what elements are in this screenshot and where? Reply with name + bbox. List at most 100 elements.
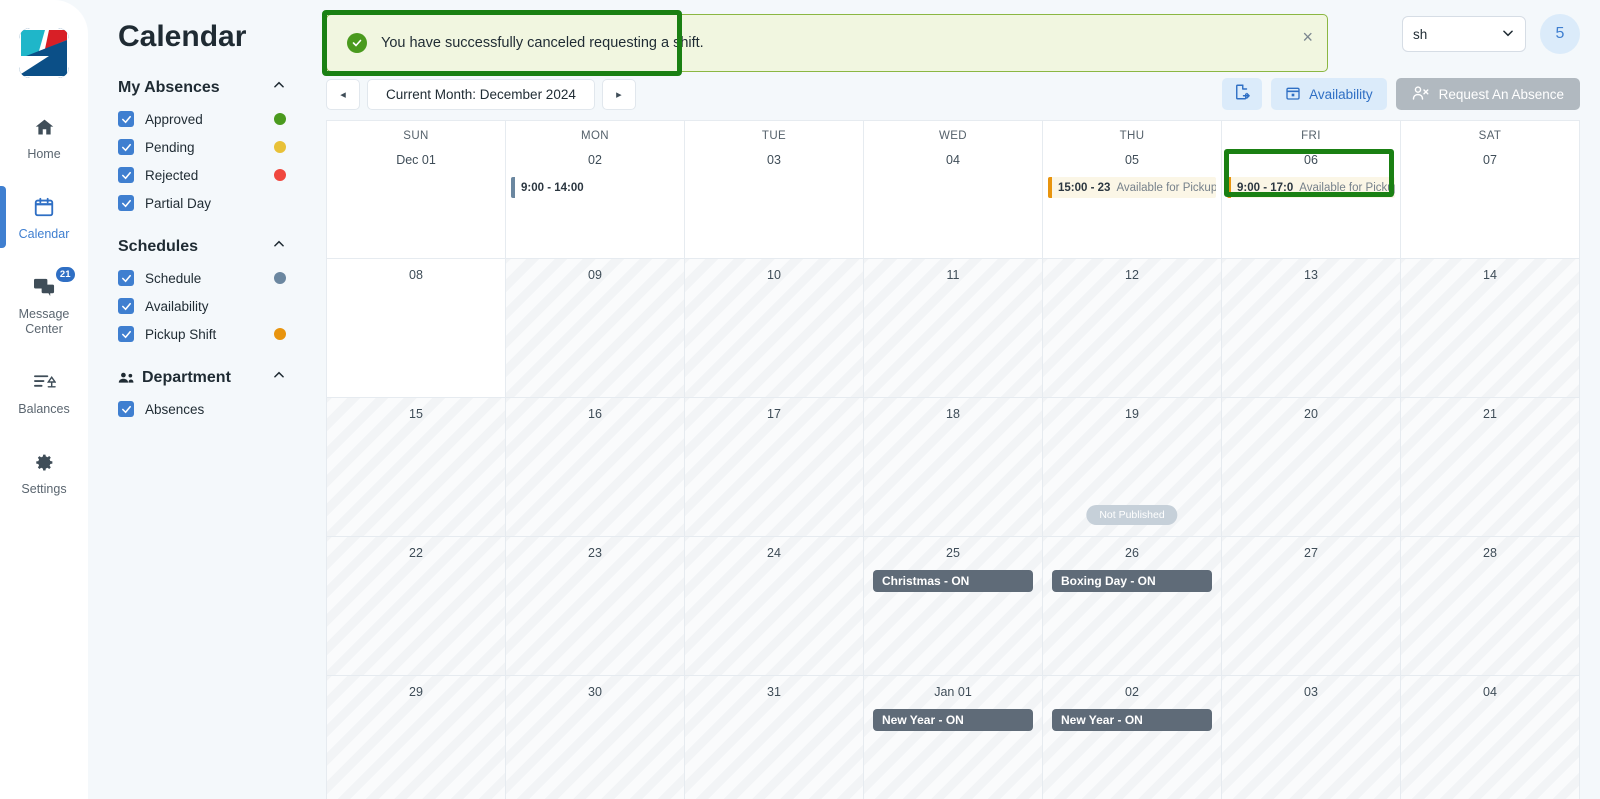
nav-rail: Home Calendar 21 Message Center Balances… [0, 0, 88, 799]
calendar-day-cell[interactable]: 22 [327, 537, 506, 675]
calendar-day-cell[interactable]: Jan 01 New Year - ON [864, 676, 1043, 799]
holiday-chip[interactable]: Boxing Day - ON [1052, 570, 1212, 592]
calendar-toolbar: ◂ Current Month: December 2024 ▸ Availab… [326, 76, 1580, 112]
next-month-button[interactable]: ▸ [601, 78, 636, 110]
day-number: 02 [1125, 685, 1139, 699]
filter-label: Schedule [145, 270, 202, 286]
current-month-button[interactable]: Current Month: December 2024 [367, 78, 595, 110]
day-number: 27 [1304, 546, 1318, 560]
calendar-day-cell[interactable]: 19 Not Published [1043, 398, 1222, 536]
calendar-day-cell[interactable]: 31 [685, 676, 864, 799]
checkbox-icon[interactable] [118, 167, 134, 183]
message-count-badge: 21 [55, 267, 75, 282]
filter-rejected[interactable]: Rejected [118, 167, 286, 183]
filter-pickup-shift[interactable]: Pickup Shift [118, 326, 286, 342]
day-number: 30 [588, 685, 602, 699]
filter-pending[interactable]: Pending [118, 139, 286, 155]
day-number: 19 [1125, 407, 1139, 421]
language-select[interactable]: sh [1402, 16, 1526, 52]
filter-partial-day[interactable]: Partial Day [118, 195, 286, 211]
day-of-week-label: MON [580, 130, 610, 142]
calendar-day-cell[interactable]: 28 [1401, 537, 1579, 675]
filter-label: Partial Day [145, 195, 212, 211]
availability-button[interactable]: Availability [1271, 78, 1387, 110]
checkbox-icon[interactable] [118, 270, 134, 286]
avatar[interactable]: 5 [1540, 14, 1580, 54]
calendar-day-cell[interactable]: 13 [1222, 259, 1401, 397]
chip-color-bar [511, 177, 515, 198]
checkbox-icon[interactable] [118, 139, 134, 155]
chip-time: 9:00 - 17:0 [1237, 181, 1294, 194]
filter-group-header[interactable]: My Absences [118, 78, 286, 97]
calendar-day-cell[interactable]: 10 [685, 259, 864, 397]
filter-group-title: Schedules [118, 237, 199, 255]
calendar-day-cell[interactable]: 18 [864, 398, 1043, 536]
calendar-day-cell[interactable]: 30 [506, 676, 685, 799]
calendar-day-cell[interactable]: 15 [327, 398, 506, 536]
calendar-day-cell[interactable]: 23 [506, 537, 685, 675]
calendar-day-cell[interactable]: SUN Dec 01 [327, 121, 506, 258]
filter-availability[interactable]: Availability [118, 298, 286, 314]
checkbox-icon[interactable] [118, 298, 134, 314]
sidebar-item-balances[interactable]: Balances [0, 359, 88, 423]
filter-group-header[interactable]: Schedules [118, 237, 286, 256]
calendar-day-cell[interactable]: FRI 06 9:00 - 17:0 Available for Pickup [1222, 121, 1401, 258]
calendar-day-cell[interactable]: 17 [685, 398, 864, 536]
sidebar-item-calendar[interactable]: Calendar [0, 184, 88, 248]
banner-message: You have successfully canceled requestin… [381, 35, 704, 51]
calendar-day-cell[interactable]: 26 Boxing Day - ON [1043, 537, 1222, 675]
calendar-day-cell[interactable]: WED 04 [864, 121, 1043, 258]
calendar-day-cell[interactable]: 27 [1222, 537, 1401, 675]
sidebar-item-settings[interactable]: Settings [0, 439, 88, 503]
message-icon: 21 [33, 267, 75, 300]
export-shift-icon [1233, 83, 1251, 106]
legend-dot [274, 328, 286, 340]
calendar-day-cell[interactable]: SAT 07 [1401, 121, 1579, 258]
calendar-day-cell[interactable]: 25 Christmas - ON [864, 537, 1043, 675]
calendar-day-cell[interactable]: 16 [506, 398, 685, 536]
sidebar-item-home[interactable]: Home [0, 104, 88, 168]
calendar-day-cell[interactable]: 09 [506, 259, 685, 397]
schedule-chip[interactable]: 9:00 - 14:00 [511, 177, 679, 198]
filter-approved[interactable]: Approved [118, 111, 286, 127]
pickup-shift-chip[interactable]: 15:00 - 23 Available for Pickup [1048, 177, 1216, 198]
success-banner: You have successfully canceled requestin… [326, 14, 1328, 72]
calendar-day-cell[interactable]: 08 [327, 259, 506, 397]
prev-month-button[interactable]: ◂ [326, 78, 360, 110]
calendar-week-row: 08 09 10 11 12 13 14 [327, 259, 1579, 398]
calendar-day-cell[interactable]: 03 [1222, 676, 1401, 799]
day-of-week-label: TUE [761, 130, 787, 142]
export-shift-button[interactable] [1222, 78, 1263, 110]
calendar-day-cell[interactable]: 12 [1043, 259, 1222, 397]
holiday-chip[interactable]: New Year - ON [1052, 709, 1212, 731]
holiday-chip[interactable]: New Year - ON [873, 709, 1033, 731]
holiday-chip[interactable]: Christmas - ON [873, 570, 1033, 592]
filter-group-header[interactable]: Department [118, 368, 286, 387]
request-absence-button[interactable]: Request An Absence [1395, 78, 1580, 110]
calendar-day-cell[interactable]: THU 05 15:00 - 23 Available for Pickup [1043, 121, 1222, 258]
day-number: 03 [1304, 685, 1318, 699]
calendar-day-cell[interactable]: 21 [1401, 398, 1579, 536]
checkbox-icon[interactable] [118, 195, 134, 211]
filter-schedule[interactable]: Schedule [118, 270, 286, 286]
pickup-shift-chip[interactable]: 9:00 - 17:0 Available for Pickup [1227, 177, 1395, 198]
checkbox-icon[interactable] [118, 401, 134, 417]
filter-department-absences[interactable]: Absences [118, 401, 286, 417]
calendar-day-cell[interactable]: 04 [1401, 676, 1579, 799]
checkbox-icon[interactable] [118, 111, 134, 127]
calendar-day-cell[interactable]: TUE 03 [685, 121, 864, 258]
close-icon[interactable]: × [1302, 28, 1313, 46]
sidebar-item-message-center[interactable]: 21 Message Center [0, 264, 88, 343]
calendar-day-cell[interactable]: 14 [1401, 259, 1579, 397]
calendar-day-cell[interactable]: 29 [327, 676, 506, 799]
calendar-day-cell[interactable]: 20 [1222, 398, 1401, 536]
checkbox-icon[interactable] [118, 326, 134, 342]
sidebar-item-label: Settings [21, 482, 67, 496]
calendar-day-cell[interactable]: MON 02 9:00 - 14:00 [506, 121, 685, 258]
calendar-day-cell[interactable]: 02 New Year - ON [1043, 676, 1222, 799]
main-panel: sh 5 You have successfully canceled requ… [308, 0, 1600, 799]
calendar-day-cell[interactable]: 24 [685, 537, 864, 675]
legend-dot [274, 272, 286, 284]
calendar-day-cell[interactable]: 11 [864, 259, 1043, 397]
sidebar-item-label: Balances [18, 402, 70, 416]
